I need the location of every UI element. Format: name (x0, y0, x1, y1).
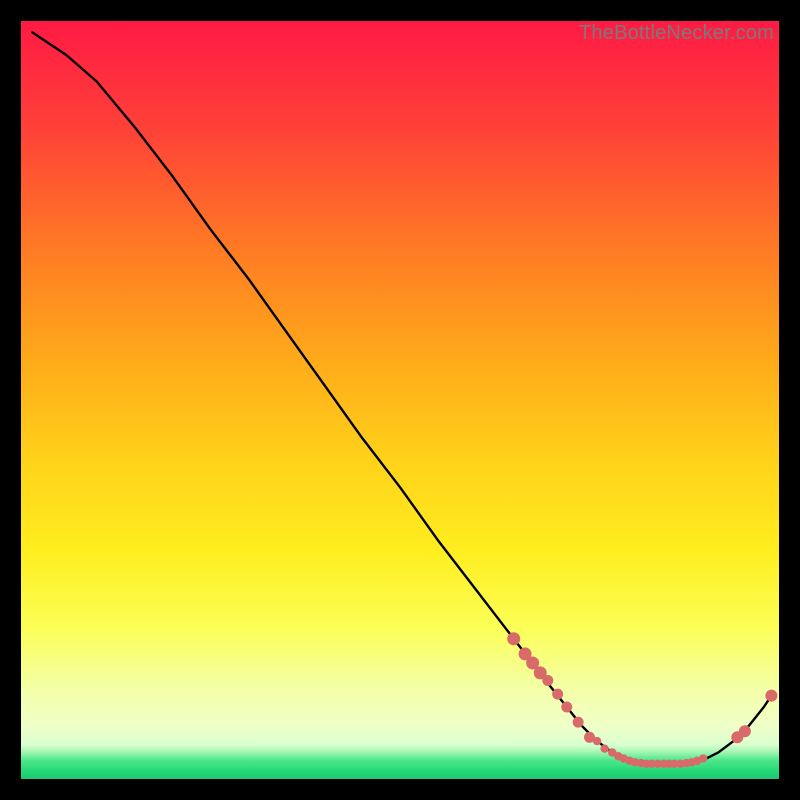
data-point (600, 744, 608, 752)
chart-frame: TheBottleNecker.com (21, 21, 779, 779)
data-point (739, 725, 751, 737)
data-point (765, 690, 777, 702)
gradient-background (21, 21, 779, 779)
data-point (573, 717, 584, 728)
watermark-text: TheBottleNecker.com (579, 22, 774, 45)
data-point (593, 737, 601, 745)
data-point (542, 675, 553, 686)
data-point (561, 701, 572, 712)
data-point (507, 632, 520, 645)
data-point (699, 754, 707, 762)
data-point (552, 689, 563, 700)
chart-svg (21, 21, 779, 779)
